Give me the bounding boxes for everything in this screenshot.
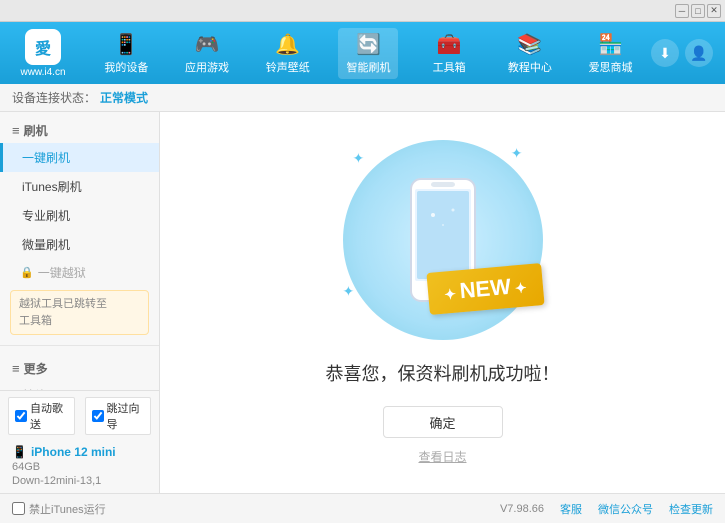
smart-flash-icon: 🔄 [356, 32, 381, 57]
footer-left: 禁止iTunes运行 [12, 501, 106, 517]
status-value: 正常模式 [100, 89, 148, 106]
apps-games-label: 应用游戏 [185, 59, 229, 75]
sidebar-jailbreak-note: 越狱工具已跳转至 工具箱 [10, 290, 149, 335]
itunes-label: iTunes刷机 [22, 180, 82, 194]
status-label: 设备连接状态： [12, 89, 96, 106]
smart-flash-label: 智能刷机 [346, 59, 390, 75]
status-bar: 设备连接状态： 正常模式 [0, 84, 725, 112]
update-link[interactable]: 检查更新 [669, 501, 713, 517]
nav-item-smart-flash[interactable]: 🔄 智能刷机 [338, 28, 398, 79]
content-area: ✦ ✦ ✦ NEW 恭喜您，保资料刷机成功啦！ 确定 查看日志 [160, 112, 725, 493]
checkbox-row: 自动歌送 跳过向导 [8, 397, 151, 435]
logo-url: www.i4.cn [20, 67, 65, 78]
apps-games-icon: 🎮 [195, 32, 220, 57]
my-device-label: 我的设备 [104, 59, 148, 75]
success-text: 恭喜您，保资料刷机成功啦！ [326, 360, 560, 386]
nav-logo: 愛 www.i4.cn [8, 29, 78, 78]
tutorials-label: 教程中心 [508, 59, 552, 75]
more-section-icon: ≡ [12, 361, 20, 376]
sidebar-bottom: 自动歌送 跳过向导 📱 iPhone 12 mini 64GB Down-12m… [0, 390, 160, 493]
sidebar-section-flash: ≡ 刷机 一键刷机 iTunes刷机 专业刷机 微量刷机 🔒 一键越狱 越狱工具… [0, 112, 159, 341]
wechat-link[interactable]: 微信公众号 [598, 501, 653, 517]
device-name: 📱 iPhone 12 mini [12, 445, 147, 459]
footer: 禁止iTunes运行 V7.98.66 客服 微信公众号 检查更新 [0, 493, 725, 523]
tutorials-icon: 📚 [517, 32, 542, 57]
toolbox-icon: 🧰 [437, 32, 462, 57]
maximize-button[interactable]: □ [691, 4, 705, 18]
sidebar-item-micro-flash[interactable]: 微量刷机 [0, 230, 159, 259]
flash-section-label: 刷机 [24, 122, 48, 139]
service-link[interactable]: 客服 [560, 501, 582, 517]
ringtones-icon: 🔔 [275, 32, 300, 57]
phone-illustration: ✦ ✦ ✦ NEW [333, 140, 553, 340]
nav-item-apps-games[interactable]: 🎮 应用游戏 [177, 28, 237, 79]
jailbreak-label: 一键越狱 [38, 264, 86, 281]
nav-item-tutorials[interactable]: 📚 教程中心 [500, 28, 560, 79]
device-storage: 64GB [12, 461, 147, 473]
fans-city-label: 爱思商城 [589, 59, 633, 75]
wizard-checkbox-label: 跳过向导 [107, 400, 145, 432]
sidebar-more-title: ≡ 更多 [0, 356, 159, 381]
minimize-button[interactable]: ─ [675, 4, 689, 18]
nav-bar: 愛 www.i4.cn 📱 我的设备 🎮 应用游戏 🔔 铃声壁纸 🔄 智能刷机 … [0, 22, 725, 84]
wizard-checkbox-input[interactable] [92, 410, 104, 422]
sidebar-item-one-click[interactable]: 一键刷机 [0, 143, 159, 172]
sidebar-jailbreak-locked: 🔒 一键越狱 [0, 259, 159, 286]
confirm-button[interactable]: 确定 [383, 406, 503, 438]
nav-item-ringtones[interactable]: 🔔 铃声壁纸 [258, 28, 318, 79]
device-version: Down-12mini-13,1 [12, 475, 147, 487]
jailbreak-note-line1: 越狱工具已跳转至 [19, 298, 107, 310]
nav-item-my-device[interactable]: 📱 我的设备 [96, 28, 156, 79]
checkbox-auto[interactable]: 自动歌送 [8, 397, 75, 435]
itunes-checkbox[interactable] [12, 502, 25, 515]
itunes-label: 禁止iTunes运行 [29, 501, 106, 517]
sidebar-section-title-flash: ≡ 刷机 [0, 118, 159, 143]
my-device-icon: 📱 [114, 32, 139, 57]
logo-icon: 愛 [25, 29, 61, 65]
device-name-label: iPhone 12 mini [31, 445, 116, 459]
flash-section-icon: ≡ [12, 123, 20, 138]
one-click-label: 一键刷机 [22, 151, 70, 165]
lock-icon: 🔒 [20, 266, 34, 279]
device-phone-icon: 📱 [12, 445, 27, 459]
footer-right: V7.98.66 客服 微信公众号 检查更新 [500, 501, 713, 517]
user-button[interactable]: 👤 [685, 39, 713, 67]
sparkle-3: ✦ [343, 283, 355, 300]
version-label: V7.98.66 [500, 503, 544, 515]
pro-flash-label: 专业刷机 [22, 209, 70, 223]
nav-right: ⬇ 👤 [651, 39, 717, 67]
jailbreak-note-line2: 工具箱 [19, 315, 52, 327]
cancel-link[interactable]: 查看日志 [418, 448, 466, 465]
nav-items: 📱 我的设备 🎮 应用游戏 🔔 铃声壁纸 🔄 智能刷机 🧰 工具箱 📚 教程中心… [86, 28, 651, 79]
sparkle-1: ✦ [353, 150, 365, 167]
ringtones-label: 铃声壁纸 [266, 59, 310, 75]
sidebar-item-itunes[interactable]: iTunes刷机 [0, 172, 159, 201]
title-bar: ─ □ ✕ [0, 0, 725, 22]
new-badge: NEW [426, 263, 544, 315]
sidebar-divider [0, 345, 159, 346]
more-section-label: 更多 [24, 360, 48, 377]
device-info: 📱 iPhone 12 mini 64GB Down-12mini-13,1 [8, 441, 151, 487]
auto-checkbox-input[interactable] [15, 410, 27, 422]
auto-checkbox-label: 自动歌送 [30, 400, 68, 432]
sparkle-2: ✦ [511, 145, 523, 162]
checkbox-wizard[interactable]: 跳过向导 [85, 397, 152, 435]
micro-flash-label: 微量刷机 [22, 238, 70, 252]
sidebar-item-pro-flash[interactable]: 专业刷机 [0, 201, 159, 230]
close-button[interactable]: ✕ [707, 4, 721, 18]
nav-item-fans-city[interactable]: 🏪 爱思商城 [581, 28, 641, 79]
toolbox-label: 工具箱 [433, 59, 466, 75]
nav-item-toolbox[interactable]: 🧰 工具箱 [419, 28, 479, 79]
download-button[interactable]: ⬇ [651, 39, 679, 67]
fans-city-icon: 🏪 [598, 32, 623, 57]
